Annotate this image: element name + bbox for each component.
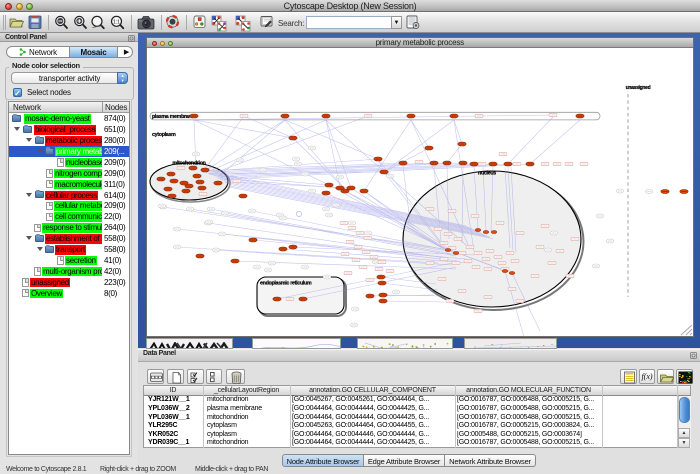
- svg-text:endoplasmic reticulum: endoplasmic reticulum: [260, 281, 312, 287]
- svg-text:unassigned: unassigned: [626, 85, 651, 91]
- svg-text:plasma membrane: plasma membrane: [152, 114, 194, 120]
- svg-text:nucleus: nucleus: [478, 171, 496, 177]
- svg-text:mitochondrion: mitochondrion: [172, 161, 205, 167]
- svg-text:cytoplasm: cytoplasm: [152, 132, 176, 138]
- svg-text:1:1: 1:1: [113, 19, 120, 25]
